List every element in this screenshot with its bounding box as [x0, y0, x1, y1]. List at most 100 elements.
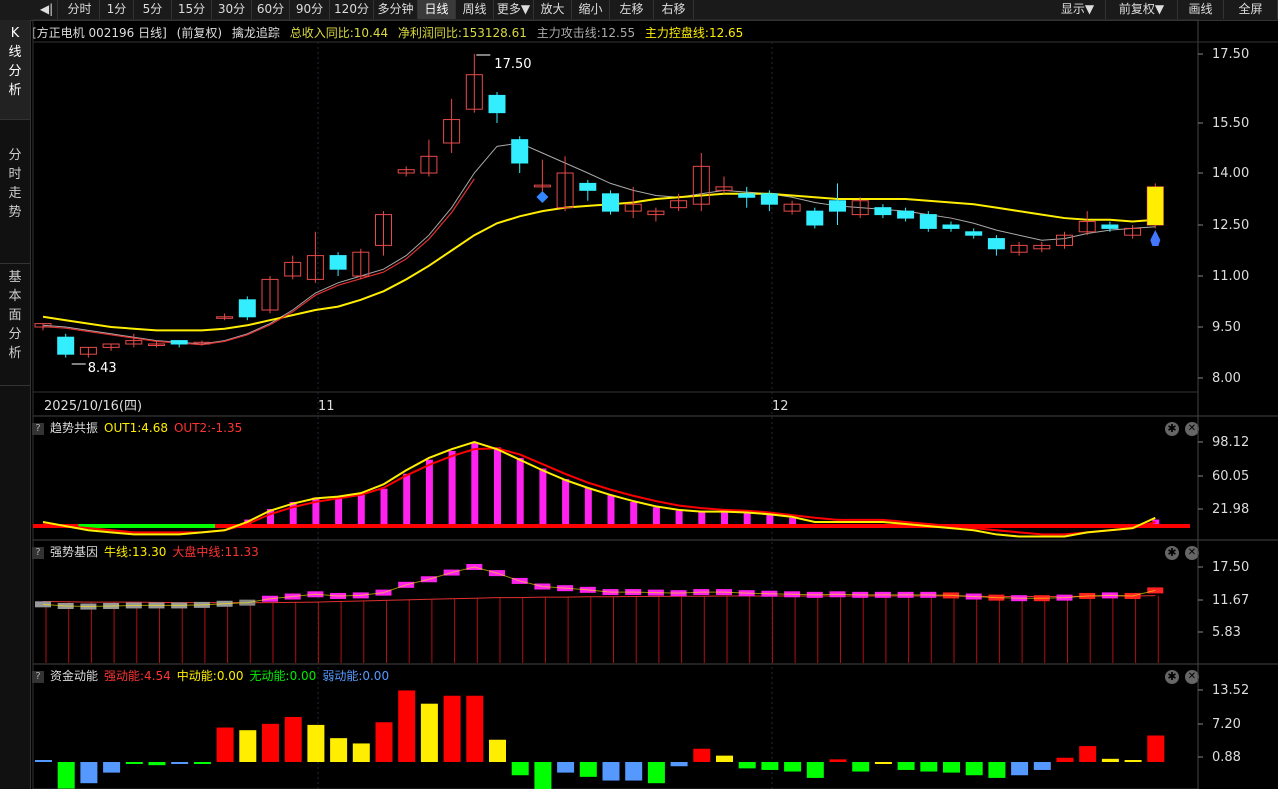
bull-line [42, 566, 1156, 608]
bull-bar [57, 602, 74, 609]
mid-energy-value: 中动能:0.00 [176, 669, 244, 683]
bull-bar [716, 589, 732, 596]
trend-panel-header: ? 趋势共振 OUT1:4.68 OUT2:-1.35 [32, 420, 248, 436]
period-button[interactable]: 分时 [60, 0, 100, 19]
trend-bar [652, 507, 660, 526]
gear-icon[interactable]: ✱ [1165, 546, 1179, 560]
y-tick-label: 8.00 [1212, 371, 1241, 386]
period-button[interactable]: 30分 [212, 0, 252, 19]
draw-button[interactable]: 画线 [1178, 0, 1224, 19]
ma-red-line [42, 178, 475, 346]
period-button[interactable]: 日线 [418, 0, 456, 19]
candle-body [488, 94, 506, 114]
trend-bar [698, 512, 706, 526]
period-button[interactable]: 5分 [134, 0, 172, 19]
display-menu-button[interactable]: 显示▼ [1050, 0, 1106, 19]
ma-yellow-line [42, 192, 1156, 332]
fund-bar [716, 755, 733, 762]
period-button[interactable]: 缩小 [572, 0, 610, 19]
nav-char: 分 [8, 327, 22, 342]
nav-char: 时 [8, 167, 22, 182]
gear-icon[interactable]: ✱ [1165, 422, 1179, 436]
candle-body [306, 255, 324, 280]
y-tick-label: 14.00 [1212, 166, 1249, 181]
x-tick-label: 12 [772, 399, 789, 414]
fund-bar [920, 762, 938, 772]
adjust-menu-button[interactable]: 前复权▼ [1106, 0, 1178, 19]
candle-body [1010, 244, 1028, 253]
bull-bar [579, 586, 596, 593]
fund-bar [784, 762, 802, 772]
fund-bar [284, 716, 302, 762]
period-button[interactable]: 60分 [252, 0, 290, 19]
out1-line [42, 441, 1156, 538]
period-button[interactable]: 周线 [456, 0, 494, 19]
trend-bar [539, 468, 547, 526]
candle-body [624, 203, 642, 212]
fund-bar [693, 748, 711, 762]
fund-bar [965, 762, 983, 776]
bull-line-value: 牛线:13.30 [104, 545, 167, 559]
y-tick-label: 11.67 [1212, 593, 1249, 608]
period-button[interactable]: 放大 [534, 0, 572, 19]
fund-bar [466, 695, 484, 762]
nav-char: K [10, 26, 20, 41]
trend-bar [312, 497, 320, 526]
fund-bar [171, 762, 189, 764]
candle-body [556, 172, 574, 209]
fund-bar [420, 703, 438, 762]
period-button[interactable]: 更多▼ [494, 0, 534, 19]
candle-body [533, 184, 551, 188]
bull-bar [330, 592, 347, 599]
nav-tab[interactable]: K线分析 [0, 20, 30, 120]
period-button[interactable]: 1分 [100, 0, 134, 19]
candle-body [193, 341, 211, 345]
ma-gray-line [42, 142, 1156, 345]
candle-body [238, 299, 256, 318]
trend-bar [244, 519, 252, 526]
close-icon[interactable]: ✕ [1185, 422, 1199, 436]
help-icon[interactable]: ? [32, 422, 44, 435]
nav-char: 势 [8, 205, 22, 220]
period-button[interactable]: 120分 [330, 0, 374, 19]
highlight-bar [1147, 186, 1164, 225]
bull-bar [307, 591, 324, 598]
candle-body [170, 340, 188, 345]
fund-bar [239, 730, 257, 762]
fullscreen-button[interactable]: 全屏 [1224, 0, 1278, 19]
fund-bar [193, 762, 211, 764]
y-tick-label: 21.98 [1212, 502, 1249, 517]
candle-body [647, 210, 665, 216]
candle-body [760, 193, 778, 205]
bull-bar [625, 589, 642, 596]
fund-panel-header: ? 资金动能 强动能:4.54 中动能:0.00 无动能:0.00 弱动能:0.00 [32, 668, 395, 684]
bull-bar [125, 602, 142, 609]
bull-bar [1124, 592, 1141, 599]
back-arrow-icon[interactable]: ◀| [36, 0, 58, 19]
close-icon[interactable]: ✕ [1185, 670, 1199, 684]
help-icon[interactable]: ? [32, 670, 44, 683]
revenue-yoy: 总收入同比:10.44 [289, 26, 389, 40]
y-tick-label: 12.50 [1212, 218, 1249, 233]
out2-line [42, 447, 1156, 536]
period-button[interactable]: 多分钟 [374, 0, 418, 19]
fund-bar [1101, 758, 1119, 762]
indicator-name[interactable]: 擒龙追踪 [232, 26, 280, 40]
period-button[interactable]: 90分 [290, 0, 330, 19]
candle-body [874, 207, 892, 216]
trend-bar [789, 517, 797, 526]
period-button[interactable]: 左移 [610, 0, 654, 19]
nav-tab[interactable]: 基本面分析 [0, 264, 30, 386]
bull-bar [352, 592, 369, 599]
attack-line-value: 主力攻击线:12.55 [536, 26, 636, 40]
fund-bar [80, 762, 98, 784]
gear-icon[interactable]: ✱ [1165, 670, 1179, 684]
strength-indicator-name: 强势基因 [50, 545, 99, 559]
help-icon[interactable]: ? [32, 546, 44, 559]
close-icon[interactable]: ✕ [1185, 546, 1199, 560]
period-button[interactable]: 右移 [654, 0, 694, 19]
candle-body [57, 336, 75, 355]
nav-tab[interactable]: 分时走势 [0, 142, 30, 264]
fund-bar [398, 690, 416, 762]
period-button[interactable]: 15分 [172, 0, 212, 19]
